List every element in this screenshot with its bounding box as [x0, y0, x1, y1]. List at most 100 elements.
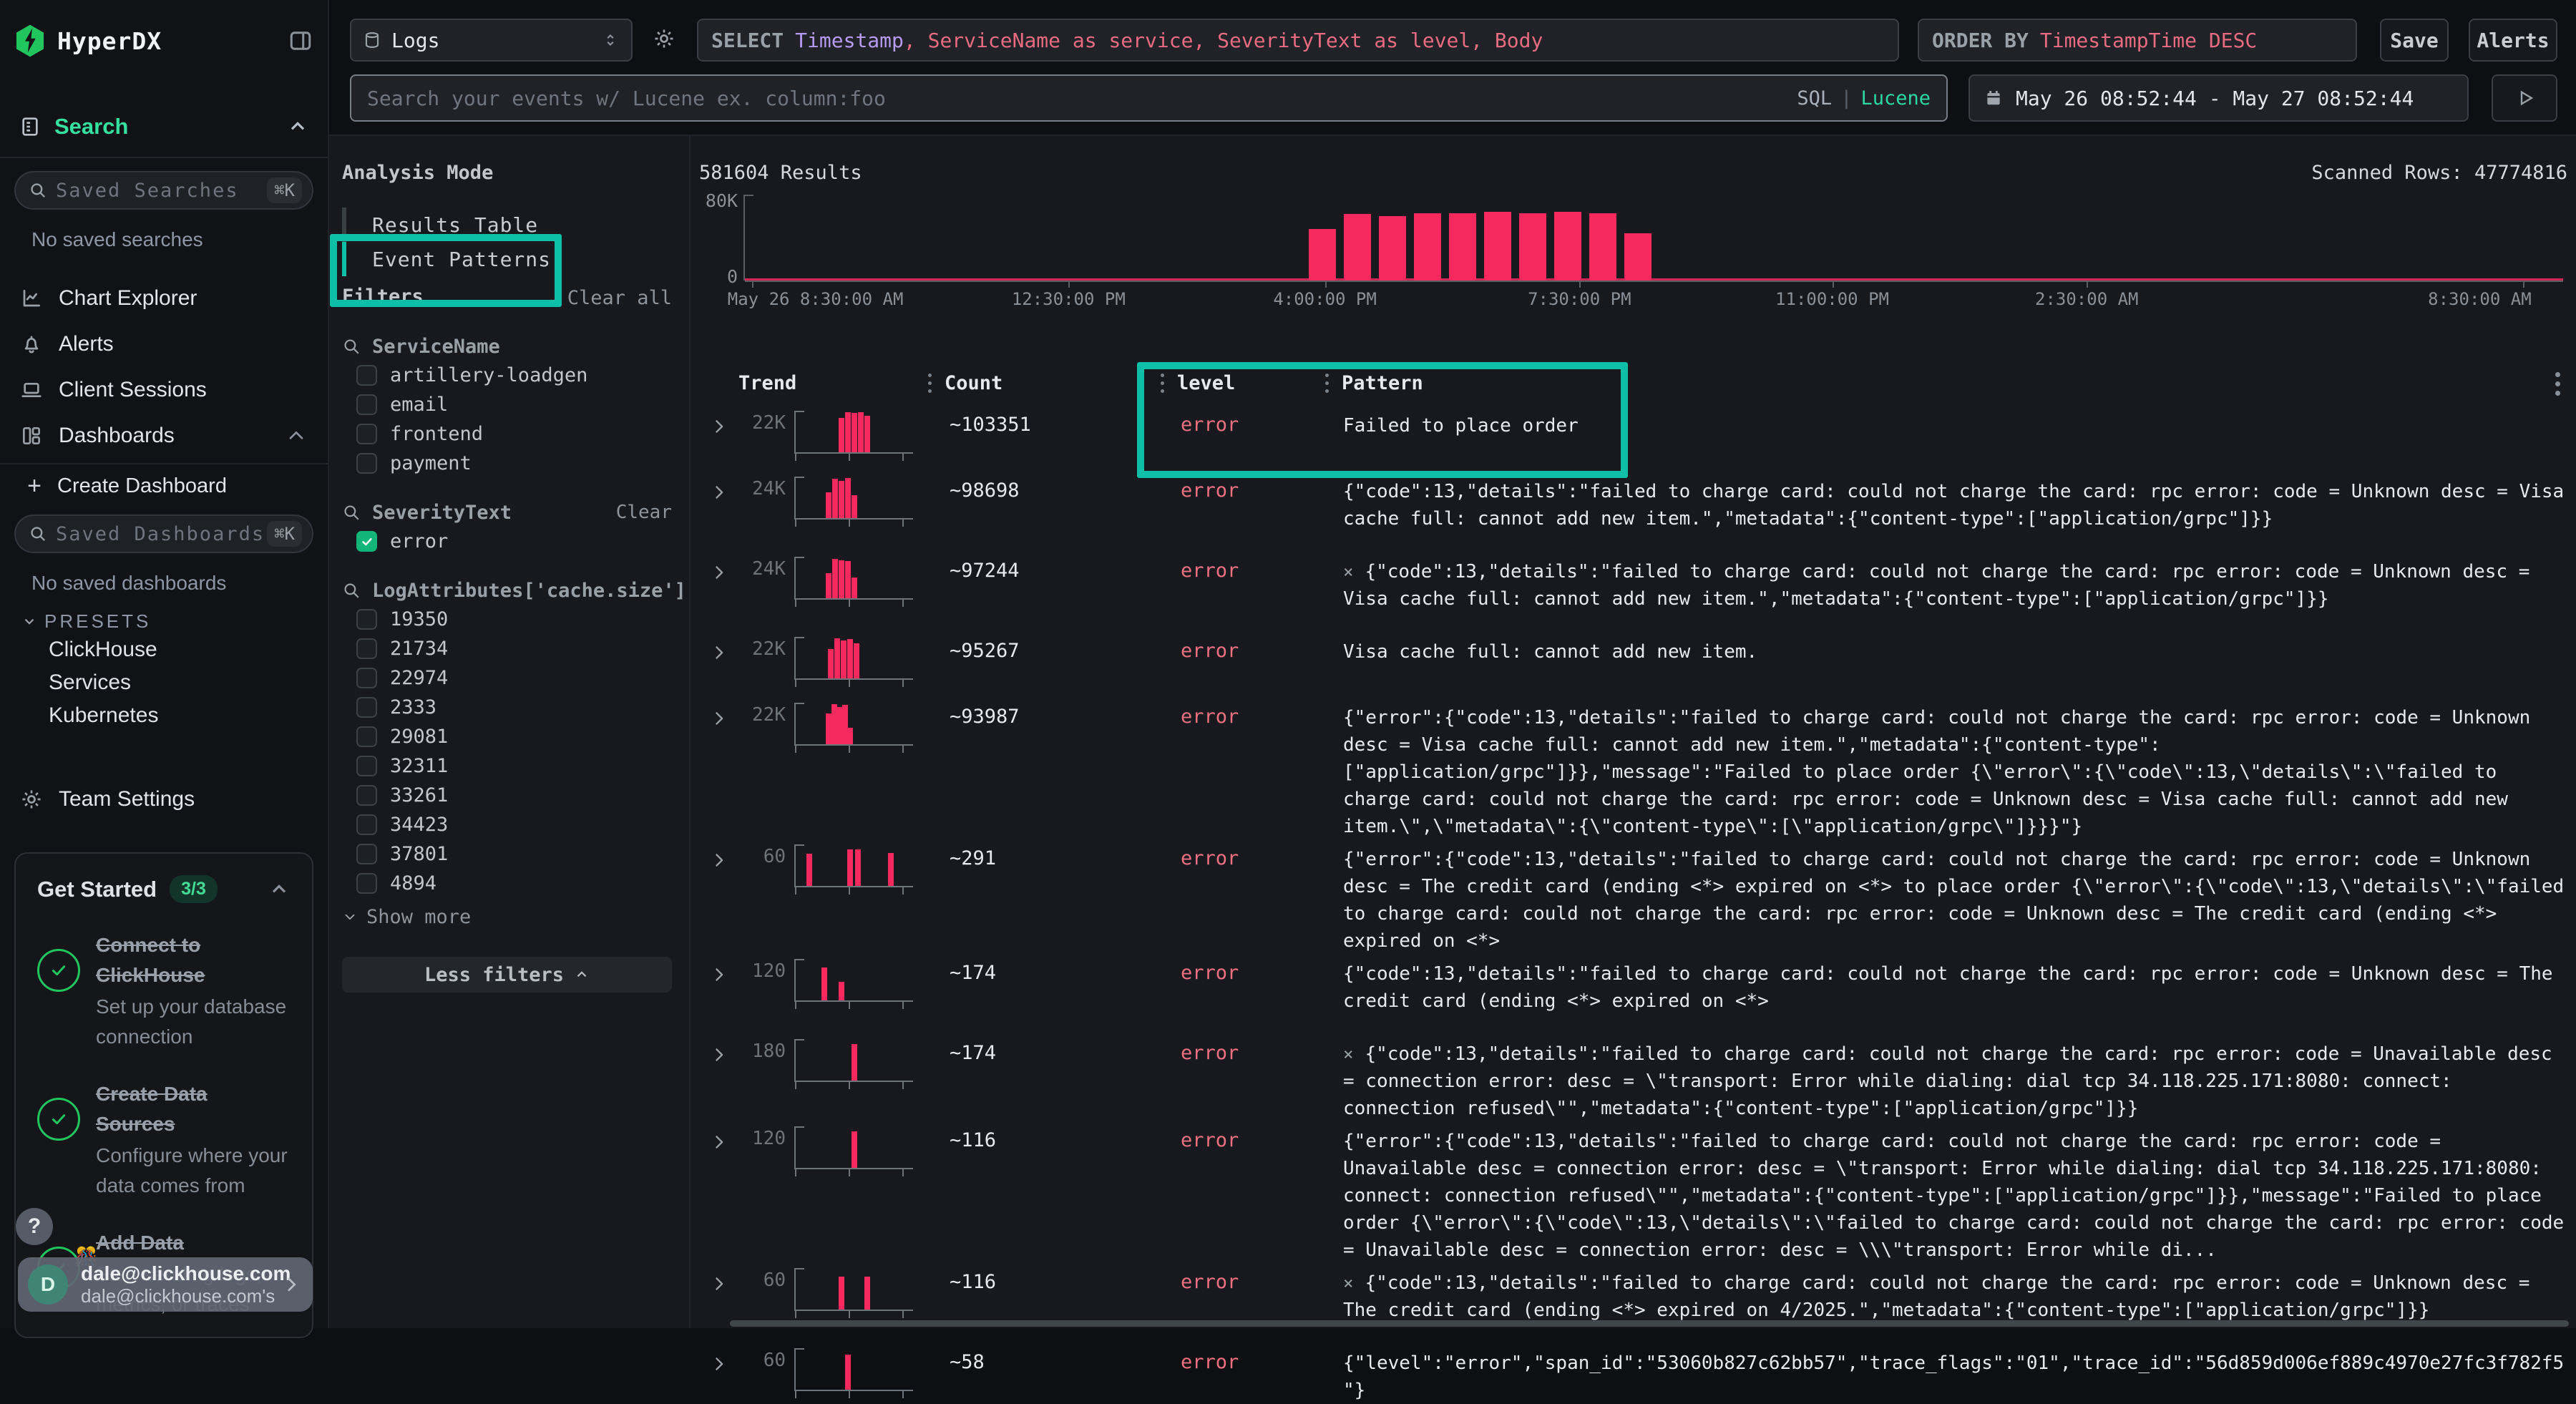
checkbox[interactable] — [356, 609, 377, 630]
histogram-bar[interactable] — [1344, 214, 1371, 281]
drag-handle-icon[interactable] — [1325, 374, 1329, 393]
column-header-pattern[interactable]: Pattern — [1311, 372, 2567, 394]
checkbox[interactable] — [356, 873, 377, 894]
filter-option-2333[interactable]: 2333 — [342, 693, 672, 722]
table-row[interactable]: 120~174error{"code":13,"details":"failed… — [699, 955, 2567, 1015]
table-row[interactable]: 60~58error{"level":"error","span_id":"53… — [699, 1344, 2567, 1404]
sql-mode-toggle[interactable]: SQL — [1797, 87, 1832, 109]
expand-row-icon[interactable] — [699, 406, 738, 437]
checkbox[interactable] — [356, 697, 377, 718]
histogram-bar[interactable] — [1589, 213, 1616, 281]
checkbox[interactable] — [356, 726, 377, 747]
clear-filter-link[interactable]: Clear — [616, 502, 672, 523]
create-dashboard-button[interactable]: + Create Dashboard — [14, 470, 313, 502]
pattern-cell[interactable]: {"error":{"code":13,"details":"failed to… — [1311, 698, 2567, 840]
order-by-input[interactable]: ORDER BY TimestampTime DESC — [1918, 19, 2357, 62]
table-row[interactable]: 24K~97244error×{"code":13,"details":"fai… — [699, 552, 2567, 613]
filter-option-22974[interactable]: 22974 — [342, 663, 672, 693]
expand-row-icon[interactable] — [699, 552, 738, 582]
expand-row-icon[interactable] — [699, 840, 738, 870]
alerts-button[interactable]: Alerts — [2469, 19, 2557, 62]
table-row[interactable]: 24K~98698error{"code":13,"details":"fail… — [699, 472, 2567, 532]
table-row[interactable]: 120~116error{"error":{"code":13,"details… — [699, 1122, 2567, 1264]
pattern-cell[interactable]: ×{"code":13,"details":"failed to charge … — [1311, 1035, 2567, 1122]
chevron-up-icon[interactable] — [286, 115, 309, 138]
histogram-bar[interactable] — [1414, 213, 1441, 281]
drag-handle-icon[interactable] — [1161, 374, 1164, 393]
preset-item-kubernetes[interactable]: Kubernetes — [14, 699, 313, 732]
checkbox[interactable] — [356, 365, 377, 386]
expand-row-icon[interactable] — [699, 633, 738, 663]
filter-option-4894[interactable]: 4894 — [342, 869, 672, 898]
checkbox[interactable] — [356, 814, 377, 835]
histogram-bar[interactable] — [1379, 216, 1406, 281]
histogram-bar[interactable] — [1519, 213, 1546, 281]
column-header-count[interactable]: Count — [914, 372, 1146, 394]
chevron-up-icon[interactable] — [268, 878, 291, 901]
horizontal-scrollbar[interactable] — [730, 1320, 2569, 1327]
time-range-picker[interactable]: May 26 08:52:44 - May 27 08:52:44 — [1968, 74, 2469, 122]
expand-row-icon[interactable] — [699, 1035, 738, 1065]
pattern-cell[interactable]: {"error":{"code":13,"details":"failed to… — [1311, 1122, 2567, 1264]
filter-option-email[interactable]: email — [342, 390, 672, 419]
source-selector[interactable]: Logs — [350, 19, 633, 62]
filter-option-19350[interactable]: 19350 — [342, 605, 672, 634]
presets-toggle[interactable]: PRESETS — [14, 609, 313, 633]
filter-option-21734[interactable]: 21734 — [342, 634, 672, 663]
table-options-kebab-icon[interactable] — [2555, 372, 2560, 396]
pattern-cell[interactable]: Failed to place order — [1311, 406, 2567, 439]
table-row[interactable]: 60~291error{"error":{"code":13,"details"… — [699, 840, 2567, 955]
sidebar-item-chart-explorer[interactable]: Chart Explorer — [14, 276, 313, 321]
checkbox[interactable] — [356, 453, 377, 474]
pattern-cell[interactable]: {"code":13,"details":"failed to charge c… — [1311, 955, 2567, 1015]
help-button[interactable]: ? — [16, 1208, 53, 1245]
expand-row-icon[interactable] — [699, 955, 738, 985]
expand-row-icon[interactable] — [699, 1344, 738, 1374]
table-row[interactable]: 22K~103351errorFailed to place order — [699, 406, 2567, 452]
results-histogram[interactable]: 80K 0 May 26 8:30:00 AM12:30:00 PM4:00:0… — [699, 195, 2567, 303]
histogram-bar[interactable] — [1484, 212, 1511, 281]
filter-option-37801[interactable]: 37801 — [342, 839, 672, 869]
pattern-cell[interactable]: Visa cache full: cannot add new item. — [1311, 633, 2567, 666]
filter-option-34423[interactable]: 34423 — [342, 810, 672, 839]
checkbox[interactable] — [356, 638, 377, 659]
preset-item-services[interactable]: Services — [14, 666, 313, 699]
pattern-cell[interactable]: {"error":{"code":13,"details":"failed to… — [1311, 840, 2567, 955]
table-row[interactable]: 60~116error×{"code":13,"details":"failed… — [699, 1264, 2567, 1324]
collapse-sidebar-icon[interactable] — [288, 28, 313, 54]
preset-item-clickhouse[interactable]: ClickHouse — [14, 633, 313, 666]
show-more-link[interactable]: Show more — [342, 902, 672, 931]
expand-row-icon[interactable] — [699, 1264, 738, 1294]
clear-all-filters-link[interactable]: Clear all — [567, 287, 672, 309]
checkbox[interactable] — [356, 394, 377, 415]
lucene-search-input[interactable]: Search your events w/ Lucene ex. column:… — [350, 74, 1948, 122]
sidebar-item-search[interactable]: Search — [14, 104, 313, 150]
checkbox[interactable] — [356, 844, 377, 864]
table-row[interactable]: 180~174error×{"code":13,"details":"faile… — [699, 1035, 2567, 1122]
select-query-input[interactable]: SELECT Timestamp, ServiceName as service… — [697, 19, 1899, 62]
run-query-button[interactable] — [2492, 74, 2557, 122]
gear-icon[interactable] — [653, 27, 675, 50]
checkbox[interactable] — [356, 531, 377, 552]
histogram-bar[interactable] — [1554, 212, 1581, 281]
dismiss-x-icon[interactable]: × — [1343, 1044, 1353, 1064]
pattern-cell[interactable]: ×{"code":13,"details":"failed to charge … — [1311, 552, 2567, 613]
checkbox[interactable] — [356, 756, 377, 776]
sidebar-item-team-settings[interactable]: Team Settings — [14, 779, 313, 819]
column-header-level[interactable]: level — [1146, 372, 1311, 394]
less-filters-button[interactable]: Less filters — [342, 957, 672, 993]
lucene-mode-toggle[interactable]: Lucene — [1860, 87, 1931, 109]
filter-option-frontend[interactable]: frontend — [342, 419, 672, 449]
pattern-cell[interactable]: {"code":13,"details":"failed to charge c… — [1311, 472, 2567, 532]
save-button[interactable]: Save — [2380, 19, 2449, 62]
histogram-plot[interactable]: May 26 8:30:00 AM12:30:00 PM4:00:00 PM7:… — [743, 195, 2563, 281]
dismiss-x-icon[interactable]: × — [1343, 562, 1353, 582]
histogram-bar[interactable] — [1449, 213, 1476, 281]
analysis-mode-option-results-table[interactable]: Results Table — [342, 208, 672, 242]
pattern-cell[interactable]: {"level":"error","span_id":"53060b827c62… — [1311, 1344, 2567, 1404]
filter-option-32311[interactable]: 32311 — [342, 751, 672, 781]
pattern-cell[interactable]: ×{"code":13,"details":"failed to charge … — [1311, 1264, 2567, 1324]
table-row[interactable]: 22K~95267errorVisa cache full: cannot ad… — [699, 633, 2567, 678]
expand-row-icon[interactable] — [699, 698, 738, 728]
filter-option-33261[interactable]: 33261 — [342, 781, 672, 810]
